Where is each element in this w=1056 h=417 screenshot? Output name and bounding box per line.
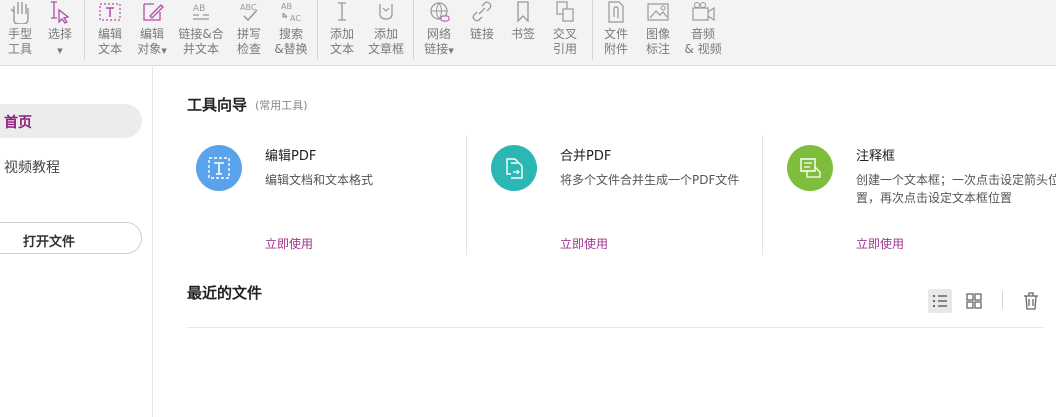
add-text-icon <box>322 0 362 26</box>
nav-home-label: 首页 <box>4 115 32 131</box>
nav-video-tutorial[interactable]: 视频教程 <box>4 157 60 177</box>
edit-text-button[interactable]: 编辑 文本 <box>90 0 130 65</box>
trash-icon <box>1024 292 1038 310</box>
cross-reference-button[interactable]: 交叉 引用 <box>545 0 585 65</box>
select-cursor-icon <box>40 0 80 26</box>
cross-reference-label: 交叉 引用 <box>552 27 577 56</box>
svg-text:AB: AB <box>281 2 292 11</box>
recent-files-title: 最近的文件 <box>187 284 263 302</box>
card-merge-pdf: 合并PDF 将多个文件合并生成一个PDF文件 立即使用 <box>482 135 778 255</box>
edit-text-icon <box>90 0 130 26</box>
dropdown-caret-icon: ▼ <box>161 47 167 55</box>
use-now-link[interactable]: 立即使用 <box>560 235 608 252</box>
list-view-icon <box>933 295 947 307</box>
dropdown-caret-icon: ▼ <box>57 47 63 55</box>
card-edit-pdf: 编辑PDF 编辑文档和文本格式 立即使用 <box>187 135 483 255</box>
nav-home[interactable]: 首页 <box>0 104 142 138</box>
audio-video-label: 音频 & 视频 <box>684 27 722 56</box>
card-title: 注释框 <box>856 149 896 164</box>
card-divider <box>762 135 763 255</box>
spell-check-icon: ABC <box>229 0 269 26</box>
globe-link-icon <box>419 0 459 26</box>
callout-box-icon <box>800 158 821 178</box>
grid-view-icon <box>966 293 982 309</box>
link-merge-text-button[interactable]: AB 链接&合 并文本 <box>178 0 223 65</box>
card-title: 合并PDF <box>560 149 612 164</box>
open-file-label: 打开文件 <box>23 235 76 250</box>
spell-check-button[interactable]: ABC 拼写 检查 <box>229 0 269 65</box>
grid-view-button[interactable] <box>962 289 986 313</box>
web-link-button[interactable]: 网络 链接▼ <box>419 0 459 65</box>
search-replace-label: 搜索 &替换 <box>274 27 308 56</box>
dropdown-caret-icon: ▼ <box>448 47 454 55</box>
link-merge-label: 链接&合 并文本 <box>178 27 224 56</box>
callout-circle <box>787 145 833 191</box>
edit-pdf-circle <box>196 145 242 191</box>
hand-icon <box>0 0 40 26</box>
add-text-button[interactable]: 添加 文本 <box>322 0 362 65</box>
svg-text:ABC: ABC <box>240 3 257 12</box>
toolbar-divider <box>1002 291 1003 309</box>
left-nav-panel: 首页 视频教程 打开文件 <box>0 66 153 417</box>
tool-guide-subtitle: (常用工具) <box>255 99 308 112</box>
file-attachment-button[interactable]: 文件 附件 <box>596 0 636 65</box>
image-annotation-button[interactable]: 图像 标注 <box>638 0 678 65</box>
edit-object-icon <box>132 0 172 26</box>
add-article-box-icon <box>366 0 406 26</box>
merge-pdf-circle <box>491 145 537 191</box>
audio-video-button[interactable]: 音频 & 视频 <box>683 0 723 65</box>
card-title: 编辑PDF <box>265 149 317 164</box>
svg-text:AC: AC <box>290 14 301 23</box>
select-tool-button[interactable]: 选择 ▼ <box>40 0 80 65</box>
card-description: 将多个文件合并生成一个PDF文件 <box>560 173 740 187</box>
cross-reference-icon <box>545 0 585 26</box>
use-now-link[interactable]: 立即使用 <box>856 235 904 252</box>
paperclip-file-icon <box>596 0 636 26</box>
chain-link-icon <box>462 0 502 26</box>
edit-text-icon <box>208 157 230 179</box>
select-tool-label: 选择 <box>47 27 72 41</box>
merge-files-icon <box>506 158 523 179</box>
search-replace-icon: AB AC <box>271 0 311 26</box>
video-camera-icon <box>683 0 723 26</box>
delete-button[interactable] <box>1019 289 1043 313</box>
open-file-button[interactable]: 打开文件 <box>0 222 142 254</box>
edit-object-label: 编辑 对象 <box>137 27 164 56</box>
add-textbox-label: 添加 文章框 <box>367 27 404 56</box>
card-description: 创建一个文本框；一次点击设定箭头位置，再次点击设定文本框位置 <box>856 173 1056 205</box>
card-callout-box: 注释框 创建一个文本框；一次点击设定箭头位置，再次点击设定文本框位置 立即使用 <box>778 135 1056 255</box>
svg-text:AB: AB <box>193 4 205 14</box>
link-merge-icon: AB <box>181 0 221 26</box>
tool-guide-title: 工具向导 <box>187 96 248 114</box>
web-link-label: 网络 链接 <box>424 27 451 56</box>
image-annotation-icon <box>638 0 678 26</box>
link-button[interactable]: 链接 <box>462 0 502 65</box>
ribbon-toolbar: 手型 工具 选择 ▼ 编辑 文本 编辑 对象▼ AB 链接&合 并文本 ABC 拼… <box>0 0 1056 66</box>
use-now-link[interactable]: 立即使用 <box>265 235 313 252</box>
card-description: 编辑文档和文本格式 <box>265 173 374 187</box>
add-textbox-button[interactable]: 添加 文章框 <box>366 0 406 65</box>
bookmark-icon <box>503 0 543 26</box>
search-replace-button[interactable]: AB AC 搜索 &替换 <box>271 0 311 65</box>
edit-object-button[interactable]: 编辑 对象▼ <box>132 0 172 65</box>
bookmark-button[interactable]: 书签 <box>503 0 543 65</box>
recent-files-divider <box>187 327 1043 328</box>
list-view-button[interactable] <box>928 289 952 313</box>
card-divider <box>466 135 467 255</box>
